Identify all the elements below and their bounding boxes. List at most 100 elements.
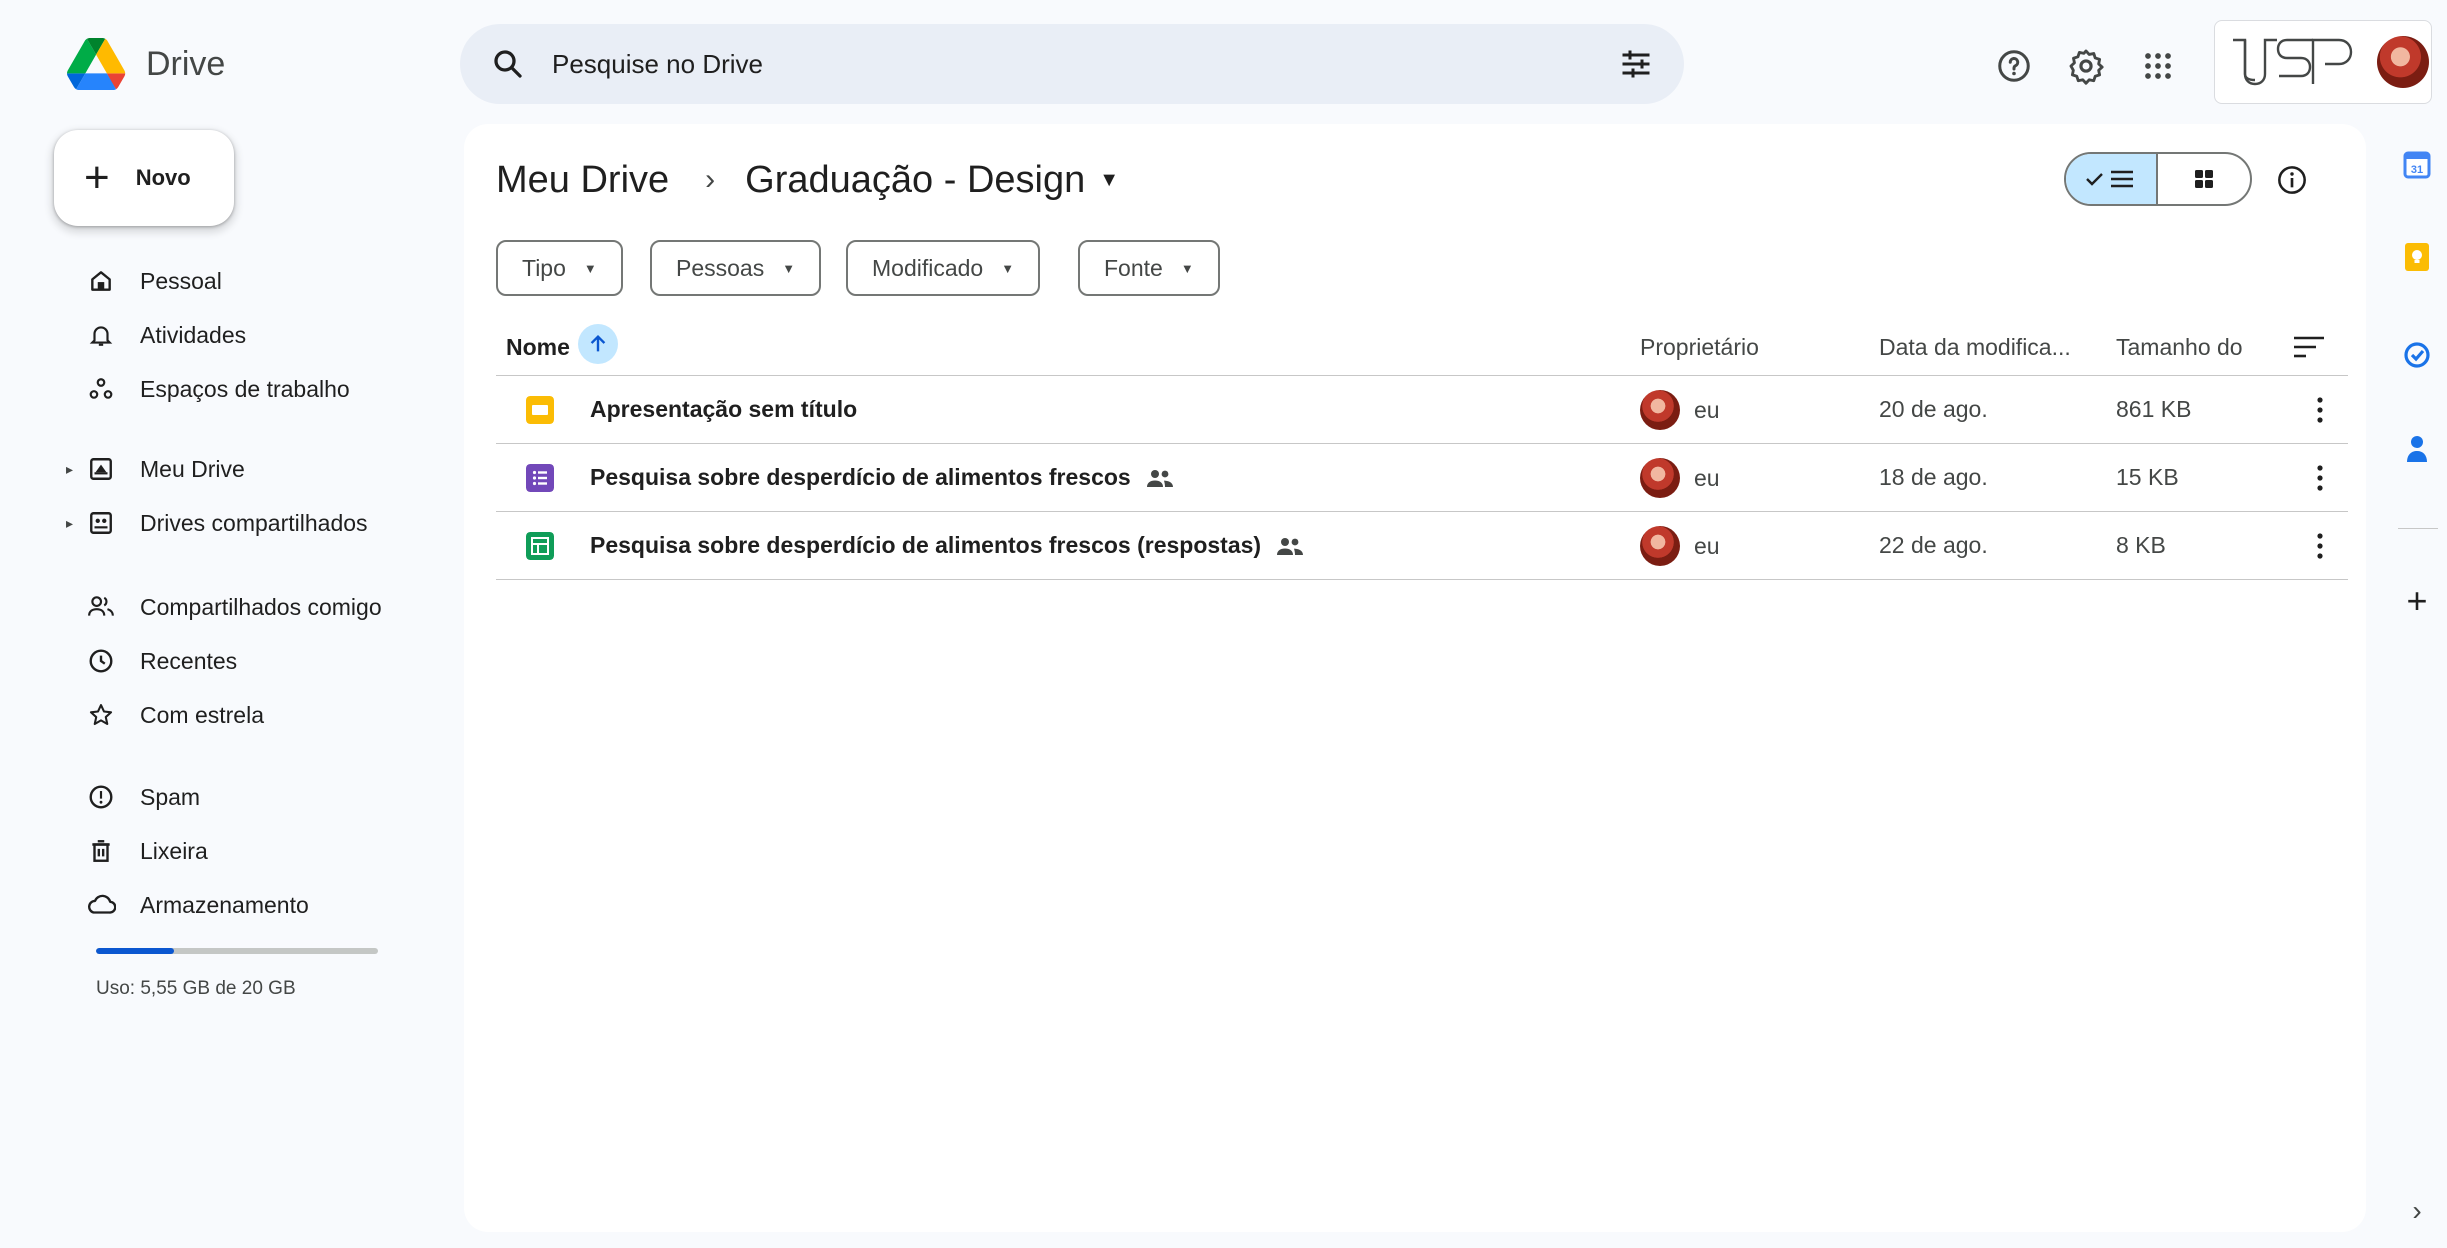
file-name[interactable]: Pesquisa sobre desperdício de alimentos … [590,464,1173,491]
storage-usage-fill [96,948,175,954]
file-table-header: Nome Proprietário Data da modifica... Ta… [496,320,2348,376]
search-icon[interactable] [490,46,526,82]
sort-ascending-arrow-icon[interactable] [578,324,618,364]
contacts-icon[interactable] [2400,432,2434,466]
search-bar[interactable]: Pesquise no Drive [460,24,1684,104]
more-actions-icon[interactable] [2306,528,2334,564]
file-name[interactable]: Pesquisa sobre desperdício de alimentos … [590,532,1304,559]
drive-logo-icon [67,38,126,90]
grid-view-button[interactable] [2158,154,2250,204]
info-icon[interactable] [2272,160,2312,200]
home-icon [84,264,118,298]
grid-view-icon [2195,170,2213,188]
sort-options-icon[interactable] [2292,332,2326,367]
table-row[interactable]: Pesquisa sobre desperdício de alimentos … [496,444,2348,512]
expand-side-panel-chevron-icon[interactable]: › [2400,1194,2434,1228]
list-view-button[interactable] [2066,154,2158,204]
column-header-modified[interactable]: Data da modifica... [1879,334,2071,361]
column-header-owner[interactable]: Proprietário [1640,334,1759,361]
new-button-label: Novo [135,165,191,190]
table-row[interactable]: Pesquisa sobre desperdício de alimentos … [496,512,2348,580]
owner-avatar [1640,390,1680,430]
tasks-icon[interactable] [2400,338,2434,372]
dropdown-arrow-icon: ▼ [1001,260,1015,276]
file-owner: eu [1640,526,1720,566]
settings-gear-icon[interactable] [2064,44,2108,88]
sidebar-item-label: Recentes [140,647,238,674]
keep-notes-icon[interactable] [2400,240,2434,274]
sidebar-item-com-estrela[interactable]: Com estrela [54,690,444,740]
sidebar-item-label: Lixeira [140,837,208,864]
sidebar-item-pessoal[interactable]: Pessoal [54,256,444,306]
search-options-icon[interactable] [1618,46,1654,82]
column-header-size[interactable]: Tamanho do [2116,334,2243,361]
user-avatar[interactable] [2377,36,2429,88]
account-switcher[interactable] [2214,20,2432,104]
sidebar-item-lixeira[interactable]: Lixeira [54,826,444,876]
dropdown-arrow-icon: ▼ [583,260,597,276]
help-icon[interactable] [1992,44,2036,88]
file-name[interactable]: Apresentação sem título [590,396,857,423]
sidebar-item-drives-compartilhados[interactable]: ▸ Drives compartilhados [54,498,444,548]
filter-chip-tipo[interactable]: Tipo ▼ [496,240,623,296]
dropdown-arrow-icon: ▼ [782,260,796,276]
file-modified-date: 22 de ago. [1879,532,1988,558]
svg-text:31: 31 [2411,164,2423,176]
column-header-name[interactable]: Nome [506,334,570,361]
table-row[interactable]: Apresentação sem título eu 20 de ago. 86… [496,376,2348,444]
search-input[interactable]: Pesquise no Drive [552,49,1618,80]
star-icon [84,698,118,732]
shared-drives-icon [84,506,118,540]
file-modified-date: 20 de ago. [1879,396,1988,422]
spam-icon [84,780,118,814]
filter-chip-label: Modificado [872,254,984,281]
shared-with-me-icon [84,590,118,624]
owner-avatar [1640,526,1680,566]
sidebar-item-label: Pessoal [140,267,222,294]
sidebar-item-armazenamento[interactable]: Armazenamento [54,880,444,930]
sidebar-item-recentes[interactable]: Recentes [54,636,444,686]
expand-caret-icon[interactable]: ▸ [66,461,73,478]
expand-caret-icon[interactable]: ▸ [66,515,73,532]
apps-grid-icon[interactable] [2136,44,2180,88]
breadcrumb-root[interactable]: Meu Drive [496,159,669,202]
shared-people-icon [1277,537,1304,555]
file-size: 8 KB [2116,532,2166,558]
clock-icon [84,644,118,678]
calendar-icon[interactable]: 31 [2400,148,2434,182]
google-slides-file-icon [526,396,554,424]
folder-menu-dropdown-icon[interactable]: ▼ [1099,169,1119,192]
filter-chip-modificado[interactable]: Modificado ▼ [846,240,1041,296]
sidebar-item-label: Compartilhados comigo [140,593,382,620]
sidebar-item-label: Meu Drive [140,455,245,482]
breadcrumb-current-folder[interactable]: Graduação - Design [745,159,1085,202]
sidebar-item-meu-drive[interactable]: ▸ Meu Drive [54,444,444,494]
sidebar-item-label: Drives compartilhados [140,509,368,536]
sidebar-item-compartilhados-comigo[interactable]: Compartilhados comigo [54,582,444,632]
filter-chip-pessoas[interactable]: Pessoas ▼ [650,240,822,296]
filter-chip-label: Fonte [1104,254,1163,281]
sidebar-item-atividades[interactable]: Atividades [54,310,444,360]
sidebar-item-spam[interactable]: Spam [54,772,444,822]
file-owner: eu [1640,458,1720,498]
side-rail-divider [2398,528,2438,529]
sidebar-item-label: Armazenamento [140,891,309,918]
workspaces-icon [84,372,118,406]
google-sheets-file-icon [526,532,554,560]
more-actions-icon[interactable] [2306,392,2334,428]
sidebar-item-espacos-de-trabalho[interactable]: Espaços de trabalho [54,364,444,414]
view-toggle [2064,152,2252,206]
breadcrumb: Meu Drive › Graduação - Design ▼ [496,152,1119,208]
drive-logo[interactable]: Drive [66,34,225,94]
file-size: 861 KB [2116,396,2192,422]
google-forms-file-icon [526,464,554,492]
sidebar-item-label: Atividades [140,321,247,348]
add-addon-plus-icon[interactable]: + [2400,580,2434,621]
filter-chip-fonte[interactable]: Fonte ▼ [1078,240,1220,296]
sidebar-item-label: Spam [140,783,201,810]
breadcrumb-separator: › [705,163,716,196]
sidebar-item-label: Espaços de trabalho [140,375,350,402]
owner-avatar [1640,458,1680,498]
more-actions-icon[interactable] [2306,460,2334,496]
new-button[interactable]: + Novo [54,130,234,226]
